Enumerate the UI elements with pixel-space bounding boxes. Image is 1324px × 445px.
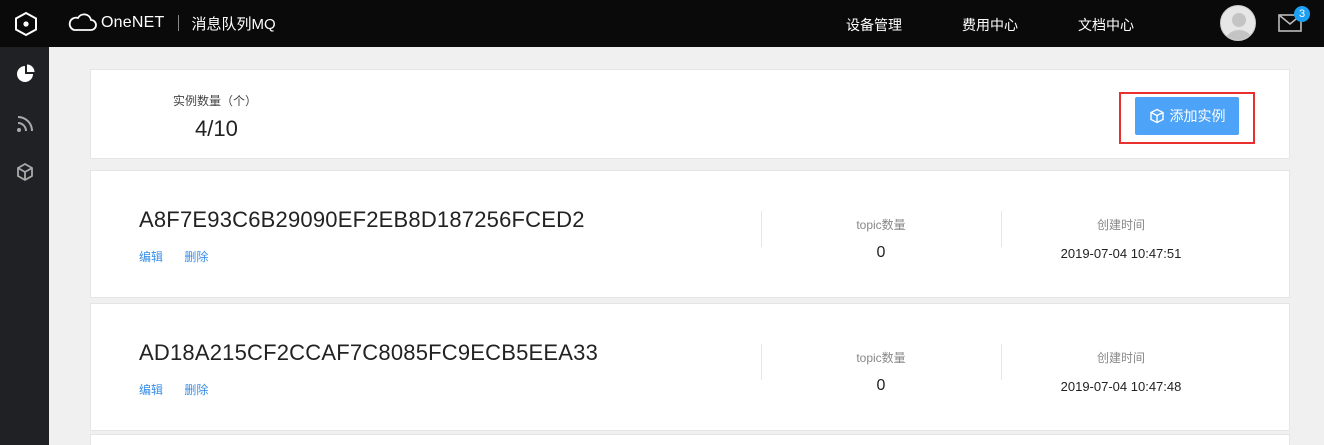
delete-link[interactable]: 删除 [184,383,208,397]
instance-count-label: 实例数量（个） [173,94,258,108]
product-title: 消息队列MQ [191,15,276,33]
created-time-value: 2019-07-04 10:47:51 [1060,246,1182,261]
topic-count-label: topic数量 [856,218,906,232]
pie-chart-icon[interactable] [14,63,36,85]
notification-badge: 3 [1294,6,1310,22]
edit-link[interactable]: 编辑 [139,383,163,397]
instance-name: A8F7E93C6B29090EF2EB8D187256FCED2 [139,207,585,232]
instance-card [90,434,1290,445]
divider [761,344,762,380]
instance-card: A8F7E93C6B29090EF2EB8D187256FCED2 编辑 删除 … [90,170,1290,298]
nav-device-management[interactable]: 设备管理 [846,15,902,35]
hexagon-logo-icon[interactable] [12,10,40,38]
add-instance-label: 添加实例 [1169,108,1226,124]
topic-count-value: 0 [876,244,886,261]
instance-card: AD18A215CF2CCAF7C8085FC9ECB5EEA33 编辑 删除 … [90,303,1290,431]
sidebar [0,47,49,445]
nav-billing-center[interactable]: 费用中心 [962,15,1018,35]
created-time-label: 创建时间 [1096,218,1145,232]
created-time-value: 2019-07-04 10:47:48 [1060,379,1182,394]
cloud-logo-icon [68,13,97,31]
topic-count-label: topic数量 [856,351,906,365]
top-navigation-bar: OneNET 消息队列MQ 设备管理 费用中心 文档中心 3 [0,0,1324,47]
user-avatar-icon [1225,13,1253,40]
divider [761,211,762,247]
delete-link[interactable]: 删除 [184,250,208,264]
edit-link[interactable]: 编辑 [139,250,163,264]
brand: OneNET 消息队列MQ [66,12,276,34]
cube-icon [1149,108,1164,124]
nav-docs-center[interactable]: 文档中心 [1078,15,1134,35]
brand-name: OneNET [101,14,165,31]
cube-icon[interactable] [14,161,36,183]
topic-count-value: 0 [876,377,886,394]
instance-summary-card: 实例数量（个） 4/10 添加实例 [90,69,1290,159]
brand-separator [178,15,180,31]
created-time-label: 创建时间 [1096,351,1145,365]
instance-count-value: 4/10 [195,116,238,141]
avatar[interactable] [1220,5,1256,41]
divider [1001,211,1002,247]
add-instance-button[interactable]: 添加实例 [1135,97,1239,135]
instance-actions: 编辑 删除 [139,248,226,265]
rss-feed-icon[interactable] [14,113,36,135]
divider [1001,344,1002,380]
instance-name: AD18A215CF2CCAF7C8085FC9ECB5EEA33 [139,340,599,365]
instance-actions: 编辑 删除 [139,381,226,398]
